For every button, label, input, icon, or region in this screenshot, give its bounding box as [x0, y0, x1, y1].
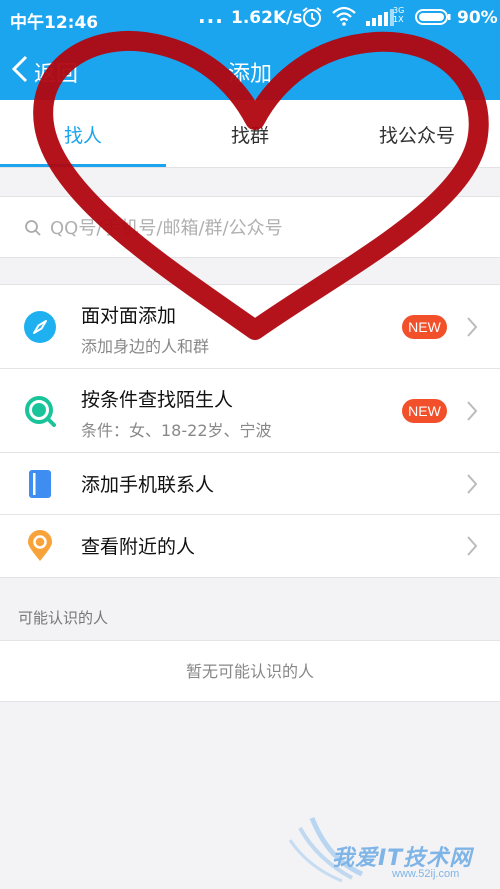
- status-battery-level: 90%: [457, 8, 498, 28]
- network-sub-label: 1X: [393, 15, 404, 24]
- tab-find-official-accounts[interactable]: 找公众号: [334, 100, 500, 168]
- tab-bar: 找人 找群 找公众号: [0, 100, 500, 168]
- list-item-subtitle: 条件：女、18-22岁、宁波: [81, 421, 272, 440]
- alarm-icon: [302, 7, 322, 27]
- chevron-right-icon: [467, 474, 478, 494]
- status-network-type: 3G 1X: [393, 6, 407, 24]
- list-item-nearby-people[interactable]: 查看附近的人: [0, 515, 500, 577]
- signal-icon: [366, 9, 394, 26]
- back-button[interactable]: 返回: [34, 56, 78, 88]
- page-title: 添加: [228, 62, 273, 87]
- contacts-book-icon: [29, 470, 51, 498]
- wifi-icon: [332, 6, 356, 26]
- search-icon: [25, 220, 41, 236]
- list-item-face-to-face[interactable]: 面对面添加 添加身边的人和群 NEW: [0, 285, 500, 369]
- list-item-subtitle: 添加身边的人和群: [81, 337, 210, 356]
- list-item-title: 按条件查找陌生人: [81, 389, 234, 411]
- compass-icon: [24, 311, 56, 343]
- status-net-speed: 1.62K/s: [231, 8, 303, 28]
- location-pin-icon: [28, 530, 52, 561]
- chevron-right-icon: [467, 317, 478, 337]
- search-input[interactable]: [50, 211, 470, 245]
- network-type-label: 3G: [393, 6, 405, 15]
- chevron-right-icon: [467, 401, 478, 421]
- tab-find-groups[interactable]: 找群: [166, 100, 334, 168]
- list-item-phone-contacts[interactable]: 添加手机联系人: [0, 453, 500, 515]
- status-time: 中午12:46: [10, 13, 99, 33]
- active-tab-indicator: [0, 164, 166, 167]
- magnifier-icon: [25, 396, 56, 427]
- new-badge: NEW: [402, 399, 447, 423]
- app-header: 中午12:46 ... 1.62K/s 3G 1X 90% 返回 添加: [0, 0, 500, 100]
- watermark-url: www.52ij.com: [392, 868, 460, 880]
- maybe-known-empty-state: 暂无可能认识的人: [0, 640, 500, 702]
- new-badge: NEW: [402, 315, 447, 339]
- search-bar[interactable]: [0, 196, 500, 258]
- status-bar: 中午12:46 ... 1.62K/s 3G 1X 90%: [0, 0, 500, 34]
- back-chevron-icon[interactable]: [10, 54, 30, 84]
- list-item-find-strangers[interactable]: 按条件查找陌生人 条件：女、18-22岁、宁波 NEW: [0, 369, 500, 453]
- chevron-right-icon: [467, 536, 478, 556]
- list-item-title: 查看附近的人: [81, 536, 196, 558]
- status-dots: ...: [198, 4, 224, 28]
- add-options-list: 面对面添加 添加身边的人和群 NEW 按条件查找陌生人 条件：女、18-22岁、…: [0, 284, 500, 578]
- list-item-title: 面对面添加: [81, 305, 177, 327]
- tab-find-people[interactable]: 找人: [0, 100, 166, 168]
- section-label-maybe-known: 可能认识的人: [18, 609, 109, 627]
- list-item-title: 添加手机联系人: [81, 474, 215, 496]
- battery-icon: [415, 9, 451, 25]
